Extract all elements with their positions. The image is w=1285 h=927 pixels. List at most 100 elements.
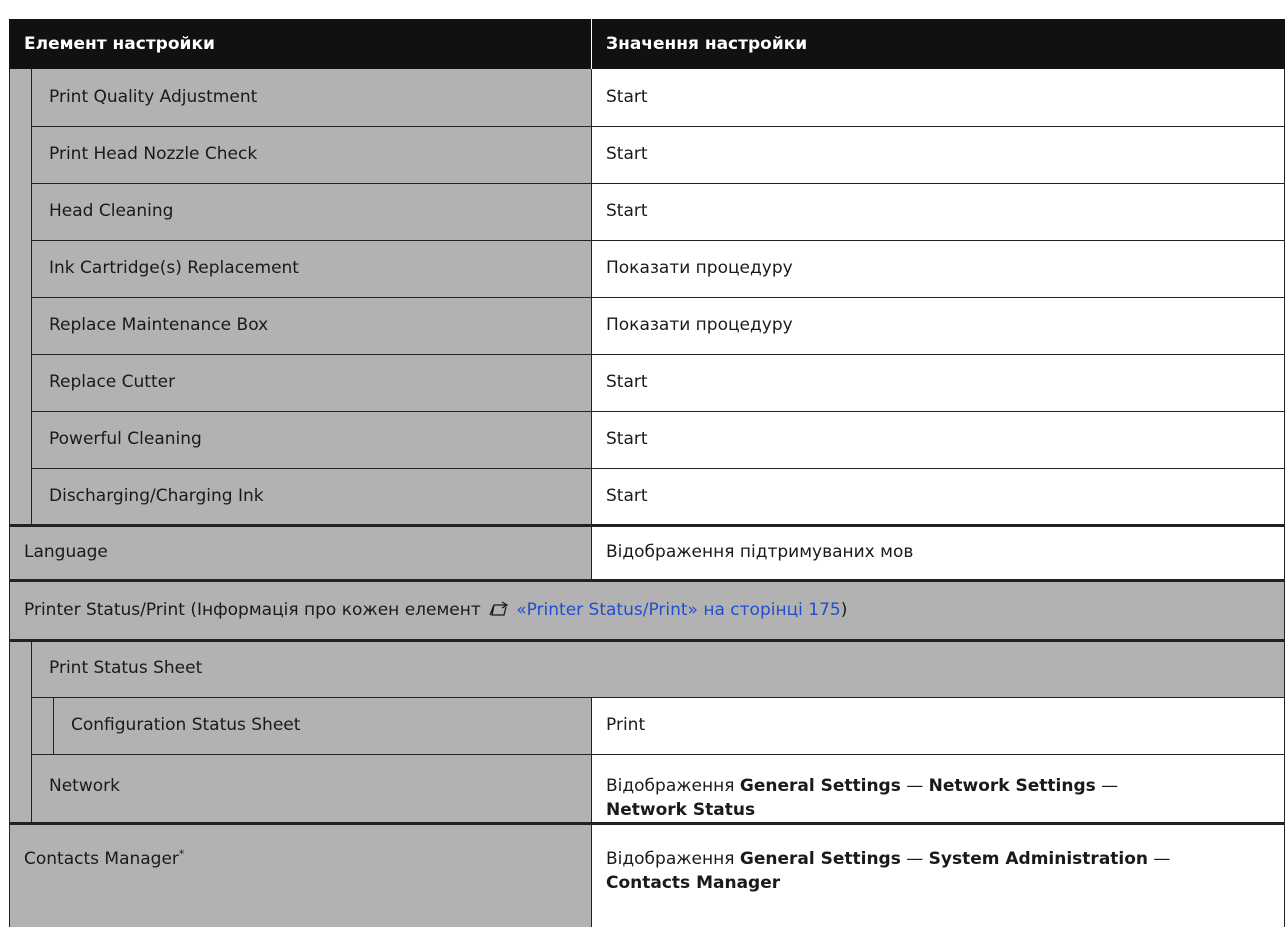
row-item-cell: Ink Cartridge(s) Replacement [9, 240, 592, 297]
row-value-cell: Start [592, 354, 1285, 411]
row-item-cell: Network [9, 754, 592, 823]
printer-status-suffix: ) [840, 600, 848, 620]
contacts-value-dash: — [900, 849, 929, 869]
row-item-cell: Language [9, 525, 592, 580]
indent-guide [31, 640, 32, 823]
table-row: Print Quality Adjustment Start [9, 69, 1285, 126]
section-row-printer-status: Printer Status/Print (Інформація про кож… [9, 580, 1285, 640]
row-item-cell: Replace Maintenance Box [9, 297, 592, 354]
network-value: Відображення General Settings — Network … [606, 774, 1118, 822]
row-value: Start [606, 372, 648, 392]
group-divider [9, 639, 1285, 642]
row-item-label: Powerful Cleaning [49, 429, 202, 449]
contacts-value-contacts-manager: Contacts Manager [606, 873, 781, 893]
row-value-cell: Start [592, 126, 1285, 183]
network-value-prefix: Відображення [606, 776, 740, 796]
row-item-cell: Print Head Nozzle Check [9, 126, 592, 183]
table-row: Contacts Manager* Відображення General S… [9, 823, 1285, 927]
printer-status-prefix: Printer Status/Print (Інформація про кож… [24, 600, 487, 620]
language-value: Відображення підтримуваних мов [606, 542, 914, 562]
row-value: Start [606, 486, 648, 506]
row-value: Start [606, 429, 648, 449]
reference-arrow-icon [489, 601, 509, 616]
group-divider [9, 524, 1285, 527]
contacts-label-text: Contacts Manager [24, 849, 179, 869]
row-value: Start [606, 144, 648, 164]
row-value-cell: Print [592, 697, 1285, 754]
section-cell: Printer Status/Print (Інформація про кож… [9, 580, 1285, 640]
row-divider [31, 697, 1285, 698]
row-item-label: Print Quality Adjustment [49, 87, 258, 107]
table-row: Discharging/Charging Ink Start [9, 468, 1285, 525]
language-label: Language [24, 542, 108, 562]
network-value-dash: — [1095, 776, 1119, 796]
group-divider [9, 579, 1285, 582]
network-value-network-settings: Network Settings [928, 776, 1096, 796]
column-divider [591, 69, 592, 580]
contacts-value-dash: — [1148, 849, 1171, 869]
column-divider [591, 697, 592, 927]
row-value: Start [606, 87, 648, 107]
row-divider [31, 240, 1285, 241]
config-sheet-value: Print [606, 715, 646, 735]
row-divider [31, 354, 1285, 355]
table-row: Replace Cutter Start [9, 354, 1285, 411]
section-row-print-status-sheet: Print Status Sheet [9, 640, 1285, 697]
contacts-footnote-mark: * [178, 847, 185, 861]
row-item-label: Print Head Nozzle Check [49, 144, 258, 164]
row-value-cell: Start [592, 183, 1285, 240]
row-value-cell: Start [592, 69, 1285, 126]
contacts-value-system-admin: System Administration [928, 849, 1149, 869]
table-row: Powerful Cleaning Start [9, 411, 1285, 468]
network-label: Network [49, 776, 120, 796]
config-sheet-label: Configuration Status Sheet [71, 715, 301, 735]
table-row: Network Відображення General Settings — … [9, 754, 1285, 823]
row-divider [31, 468, 1285, 469]
row-item-cell: Print Quality Adjustment [9, 69, 592, 126]
section-cell: Print Status Sheet [9, 640, 1285, 697]
row-divider [31, 297, 1285, 298]
row-value-cell: Відображення General Settings — Network … [592, 754, 1285, 823]
row-value: Показати процедуру [606, 258, 793, 278]
row-item-label: Head Cleaning [49, 201, 174, 221]
contacts-value: Відображення General Settings — System A… [606, 847, 1170, 895]
row-divider [31, 126, 1285, 127]
group-divider [9, 822, 1285, 825]
table-left-border [9, 69, 10, 927]
table-row: Print Head Nozzle Check Start [9, 126, 1285, 183]
contacts-value-general: General Settings [739, 849, 901, 869]
row-value-cell: Start [592, 411, 1285, 468]
contacts-value-prefix: Відображення [606, 849, 740, 869]
network-value-general: General Settings [739, 776, 901, 796]
print-status-sheet-label: Print Status Sheet [49, 658, 203, 678]
header-divider [591, 19, 592, 69]
table-row: Head Cleaning Start [9, 183, 1285, 240]
row-value-cell: Відображення General Settings — System A… [592, 823, 1285, 927]
indent-guide [53, 697, 54, 754]
row-item-cell: Contacts Manager* [9, 823, 592, 927]
row-item-label: Discharging/Charging Ink [49, 486, 264, 506]
row-value-cell: Відображення підтримуваних мов [592, 525, 1285, 580]
contacts-label: Contacts Manager* [24, 847, 184, 871]
table-row: Language Відображення підтримуваних мов [9, 525, 1285, 580]
row-item-cell: Head Cleaning [9, 183, 592, 240]
row-divider [31, 411, 1285, 412]
row-item-cell: Discharging/Charging Ink [9, 468, 592, 525]
header-setting-item: Елемент настройки [24, 34, 215, 54]
table-row: Replace Maintenance Box Показати процеду… [9, 297, 1285, 354]
printer-status-text: Printer Status/Print (Інформація про кож… [24, 580, 847, 640]
row-item-cell: Configuration Status Sheet [9, 697, 592, 754]
table-header: Елемент настройки Значення настройки [9, 19, 1285, 69]
network-value-network-status: Network Status [606, 800, 756, 820]
row-item-label: Replace Cutter [49, 372, 176, 392]
table-row: Configuration Status Sheet Print [9, 697, 1285, 754]
row-item-cell: Replace Cutter [9, 354, 592, 411]
row-value-cell: Показати процедуру [592, 240, 1285, 297]
printer-status-link[interactable]: «Printer Status/Print» на сторінці 175 [516, 600, 841, 620]
row-value-cell: Start [592, 468, 1285, 525]
table-row: Ink Cartridge(s) Replacement Показати пр… [9, 240, 1285, 297]
row-item-label: Ink Cartridge(s) Replacement [49, 258, 299, 278]
row-value: Показати процедуру [606, 315, 793, 335]
row-divider [31, 754, 1285, 755]
row-divider [31, 183, 1285, 184]
